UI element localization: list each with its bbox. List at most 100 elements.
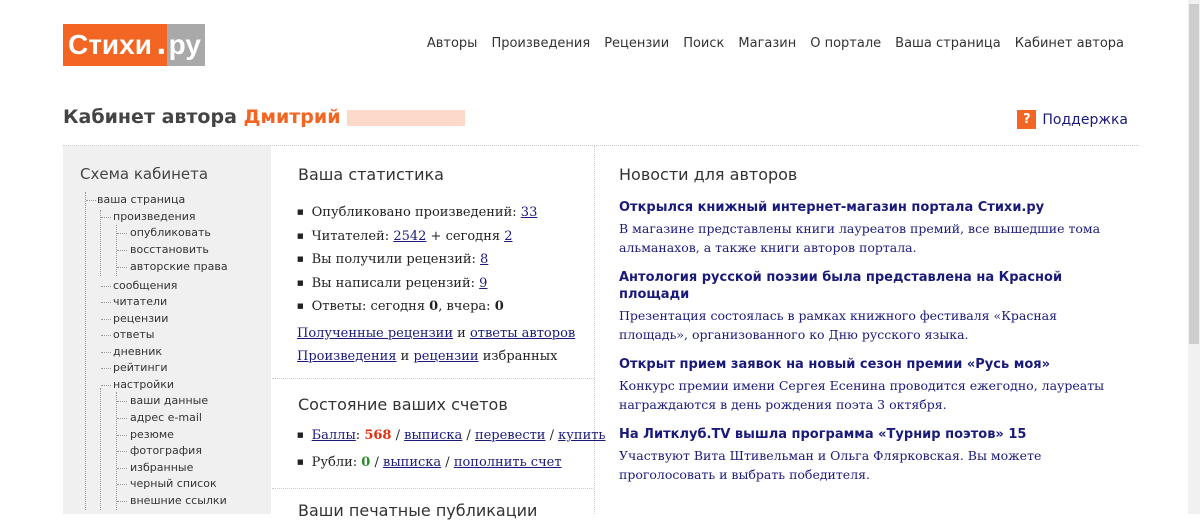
support-link[interactable]: ? Поддержка [1017, 110, 1128, 129]
tree-item-publish[interactable]: опубликовать [130, 225, 211, 241]
news-headline-link[interactable]: Открылся книжный интернет-магазин портал… [619, 199, 1119, 216]
logo-main-text: Стихи [63, 24, 156, 66]
readers-count-link[interactable]: 2542 [393, 229, 426, 244]
nav-shop[interactable]: Магазин [738, 36, 796, 51]
stats-title: Ваша статистика [298, 165, 444, 184]
tree-branch [117, 250, 127, 251]
rubles-row: Рубли: 0 / выписка / пополнить счет [297, 453, 606, 480]
author-answers-link[interactable]: ответы авторов [470, 326, 575, 341]
points-statement-link[interactable]: выписка [404, 428, 462, 443]
nav-your-page[interactable]: Ваша страница [895, 36, 1001, 51]
published-count-link[interactable]: 33 [521, 205, 538, 220]
stat-label: Ответы: сегодня [311, 299, 426, 315]
nav-reviews[interactable]: Рецензии [604, 36, 669, 51]
tree-branch [101, 286, 111, 287]
points-buy-link[interactable]: купить [558, 428, 605, 443]
tree-item-ratings[interactable]: рейтинги [113, 360, 168, 376]
logo-dot: . [155, 24, 167, 66]
author-name[interactable]: Дмитрий [244, 106, 341, 128]
tree-item-settings[interactable]: настройки [113, 377, 174, 393]
tree-branch [101, 335, 111, 336]
news-headline-link[interactable]: Открыт прием заявок на новый сезон преми… [619, 356, 1119, 373]
rubles-topup-link[interactable]: пополнить счет [454, 455, 562, 470]
favorite-works-link[interactable]: Произведения [297, 349, 396, 364]
tree-branch [117, 418, 127, 419]
tree-item-external-links[interactable]: внешние ссылки [130, 493, 227, 509]
news-body: В магазине представлены книги лауреатов … [619, 221, 1101, 255]
received-reviews-link[interactable]: 8 [480, 252, 488, 267]
stat-label: Читателей: [311, 228, 390, 244]
news-item: На Литклуб.TV вышла программа «Турнир по… [619, 426, 1119, 484]
tree-item-blacklist[interactable]: черный список [130, 476, 217, 492]
tree-line [100, 388, 101, 510]
written-reviews-link[interactable]: 9 [479, 276, 487, 291]
points-transfer-link[interactable]: перевести [475, 428, 546, 443]
news-headline-link[interactable]: Антология русской поэзии была представле… [619, 269, 1119, 303]
tree-item-copyright[interactable]: авторские права [130, 259, 228, 275]
accounts-list: Баллы: 568 / выписка / перевести / купит… [297, 426, 606, 480]
tree-branch [117, 501, 127, 502]
stat-published: Опубликовано произведений: 33 [297, 203, 538, 227]
news-body: Участвуют Вита Штивельман и Ольга Флярко… [619, 448, 1042, 482]
page-title-prefix: Кабинет автора [63, 106, 237, 128]
tree-item-restore[interactable]: восстановить [130, 242, 209, 258]
news-item: Открылся книжный интернет-магазин портал… [619, 199, 1119, 257]
page-title: Кабинет автора Дмитрий [63, 106, 465, 128]
tree-item-works[interactable]: произведения [113, 209, 195, 225]
tree-item-photo[interactable]: фотография [130, 443, 202, 459]
tree-item-email[interactable]: адрес e-mail [130, 410, 202, 426]
stat-label: Опубликовано произведений: [311, 205, 517, 220]
nav-author-cabinet[interactable]: Кабинет автора [1015, 36, 1124, 51]
stats-list: Опубликовано произведений: 33 Читателей:… [297, 203, 538, 321]
tree-item-messages[interactable]: сообщения [113, 278, 177, 294]
site-logo[interactable]: Стихи. ру [63, 24, 205, 66]
tree-branch [117, 468, 127, 469]
stat-label: Вы получили рецензий: [311, 252, 476, 268]
tree-branch [117, 267, 127, 268]
logo-tld-text: ру [166, 24, 205, 66]
top-navigation: Авторы Произведения Рецензии Поиск Магаз… [427, 36, 1124, 51]
scrollbar-thumb[interactable] [1189, 4, 1199, 344]
points-link[interactable]: Баллы [312, 428, 356, 443]
stat-readers: Читателей: 2542 + сегодня 2 [297, 227, 537, 251]
news-item: Открыт прием заявок на новый сезон преми… [619, 356, 1119, 414]
conjunction: и [400, 349, 410, 364]
readers-today-link[interactable]: 2 [504, 229, 512, 244]
tree-line [100, 210, 101, 276]
stats-links: Полученные рецензии и ответы авторов Про… [297, 322, 575, 368]
tree-item-diary[interactable]: дневник [113, 344, 162, 360]
tree-branch [86, 200, 96, 201]
tree-item-readers[interactable]: читатели [113, 294, 167, 310]
conjunction: и [457, 326, 466, 341]
favorite-reviews-link[interactable]: рецензии [413, 349, 478, 364]
news-headline-link[interactable]: На Литклуб.TV вышла программа «Турнир по… [619, 426, 1119, 443]
tree-branch [117, 451, 127, 452]
tree-branch [117, 401, 127, 402]
news-item: Антология русской поэзии была представле… [619, 269, 1119, 344]
tree-branch [101, 352, 111, 353]
rubles-label: Рубли: [311, 455, 358, 470]
stat-received-reviews: Вы получили рецензий: 8 [297, 250, 537, 274]
received-reviews-full-link[interactable]: Полученные рецензии [297, 326, 453, 341]
tree-item-favorites[interactable]: избранные [130, 460, 193, 476]
news-list: Открылся книжный интернет-магазин портал… [619, 199, 1119, 496]
rubles-statement-link[interactable]: выписка [383, 455, 441, 470]
tree-item-your-page[interactable]: ваша страница [97, 192, 185, 208]
tree-item-answers[interactable]: ответы [113, 327, 154, 343]
tree-branch [117, 435, 127, 436]
points-value: 568 [364, 428, 392, 443]
page-scrollbar[interactable] [1188, 0, 1200, 514]
section-divider [272, 378, 594, 379]
cabinet-scheme-title: Схема кабинета [80, 165, 209, 183]
tree-item-reviews[interactable]: рецензии [113, 311, 168, 327]
nav-authors[interactable]: Авторы [427, 36, 478, 51]
nav-search[interactable]: Поиск [683, 36, 724, 51]
tree-line [85, 192, 86, 510]
nav-works[interactable]: Произведения [491, 36, 590, 51]
answers-today-value: 0 [429, 299, 439, 315]
stat-label: Вы написали рецензий: [311, 275, 476, 291]
nav-about[interactable]: О портале [810, 36, 881, 51]
support-label: Поддержка [1042, 111, 1128, 128]
tree-item-resume[interactable]: резюме [130, 427, 174, 443]
tree-item-your-data[interactable]: ваши данные [130, 393, 208, 409]
